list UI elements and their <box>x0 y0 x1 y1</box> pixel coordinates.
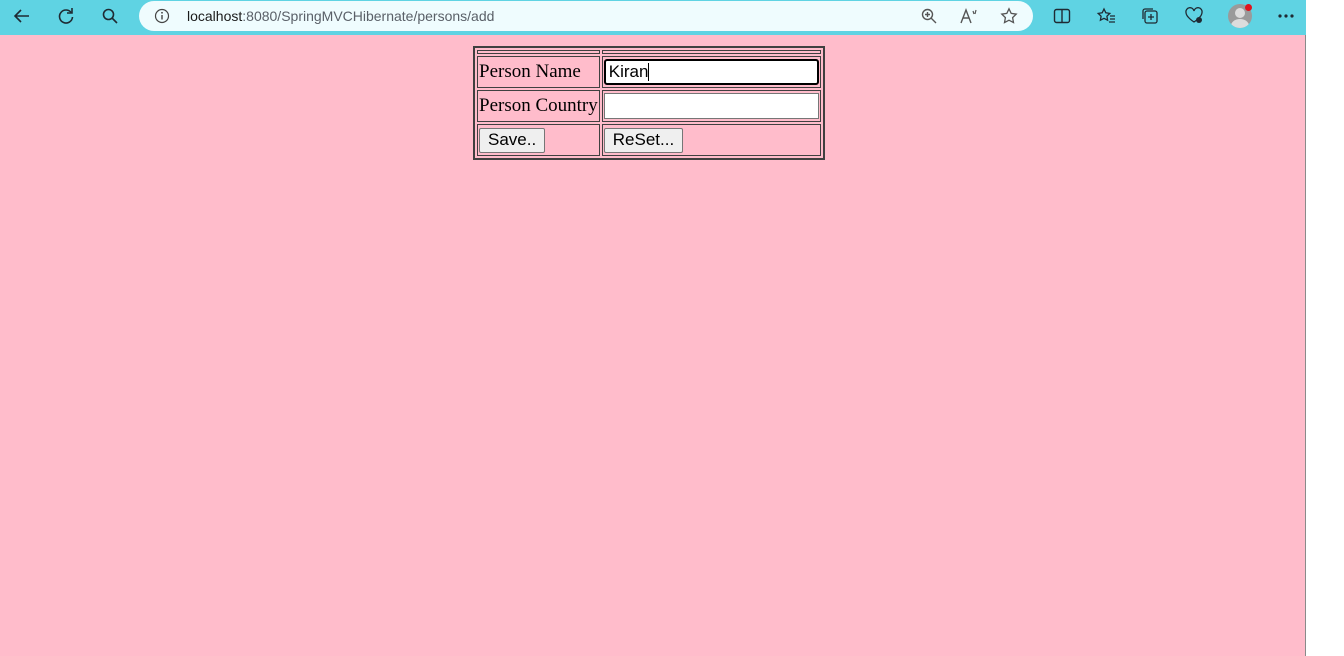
empty-header-row <box>477 50 821 54</box>
browser-toolbar: localhost:8080/SpringMVCHibernate/person… <box>0 0 1306 35</box>
favorite-star-icon[interactable] <box>998 6 1020 26</box>
search-icon[interactable] <box>96 4 124 28</box>
save-cell: Save.. <box>477 124 600 156</box>
text-caret <box>648 63 650 81</box>
empty-cell <box>477 50 600 54</box>
url-text: localhost:8080/SpringMVCHibernate/person… <box>187 8 494 24</box>
more-menu-icon[interactable] <box>1272 4 1300 28</box>
address-bar[interactable]: localhost:8080/SpringMVCHibernate/person… <box>139 1 1033 31</box>
person-name-row: Person Name Kiran <box>477 56 821 88</box>
save-button[interactable]: Save.. <box>479 127 546 153</box>
notification-dot <box>1245 4 1252 11</box>
page-content: Person Name Kiran Person Country Save.. … <box>0 35 1306 656</box>
favorites-icon[interactable] <box>1092 4 1120 28</box>
back-arrow-icon[interactable] <box>8 4 36 28</box>
refresh-icon[interactable] <box>52 4 80 28</box>
reset-button[interactable]: ReSet... <box>603 127 684 153</box>
split-screen-icon[interactable] <box>1048 4 1076 28</box>
browser-essentials-icon[interactable] <box>1180 4 1208 28</box>
person-name-input[interactable]: Kiran <box>603 59 819 85</box>
person-country-input[interactable] <box>603 93 819 119</box>
empty-cell <box>601 50 821 54</box>
read-aloud-icon[interactable] <box>958 6 980 26</box>
person-country-row: Person Country <box>477 90 821 122</box>
person-name-value: Kiran <box>608 62 649 81</box>
url-path: :8080/SpringMVCHibernate/persons/add <box>242 8 495 24</box>
zoom-icon[interactable] <box>918 6 940 26</box>
url-host: localhost <box>187 8 243 24</box>
person-form-table: Person Name Kiran Person Country Save.. … <box>473 46 825 160</box>
person-country-label: Person Country <box>477 90 600 122</box>
collections-icon[interactable] <box>1136 4 1164 28</box>
person-name-label: Person Name <box>477 56 600 88</box>
reset-cell: ReSet... <box>601 124 821 156</box>
person-name-cell: Kiran <box>601 56 821 88</box>
buttons-row: Save.. ReSet... <box>477 124 821 156</box>
site-info-icon[interactable] <box>153 7 171 25</box>
person-country-cell <box>601 90 821 122</box>
window-edge <box>1306 35 1344 656</box>
